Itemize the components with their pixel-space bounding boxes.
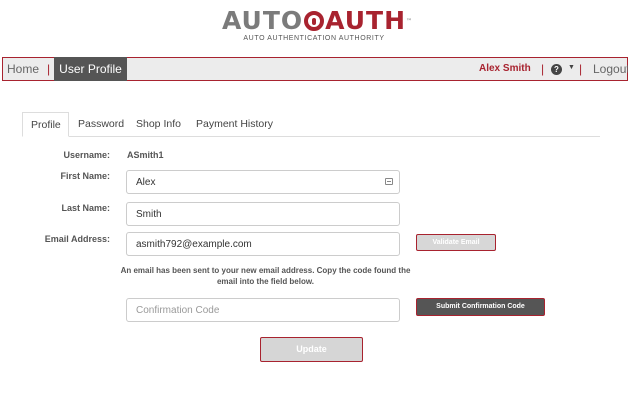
confirmation-code-placeholder: Confirmation Code xyxy=(136,305,220,316)
tab-payment-history[interactable]: Payment History xyxy=(196,112,273,137)
confirmation-code-field[interactable]: Confirmation Code xyxy=(126,298,400,322)
nav-separator: | xyxy=(47,62,51,76)
submit-confirmation-code-button[interactable]: Submit Confirmation Code xyxy=(416,298,545,316)
first-name-label: First Name: xyxy=(60,171,110,181)
nav-home-link[interactable]: Home xyxy=(7,62,39,76)
profile-tabs: Profile Password Shop Info Payment Histo… xyxy=(22,112,600,137)
first-name-field[interactable]: Alex xyxy=(126,170,400,194)
current-user-name[interactable]: Alex Smith xyxy=(479,63,531,74)
logout-link[interactable]: Logout xyxy=(593,62,628,76)
logo-tagline: AUTO AUTHENTICATION AUTHORITY xyxy=(243,35,385,42)
logo-part-auth: AUTH xyxy=(325,6,407,35)
username-label: Username: xyxy=(63,150,110,160)
email-field[interactable]: asmith792@example.com xyxy=(126,232,400,256)
last-name-value: Smith xyxy=(136,209,162,220)
last-name-field[interactable]: Smith xyxy=(126,202,400,226)
trademark-mark: ™ xyxy=(406,18,414,25)
nav-user-profile-link[interactable]: User Profile xyxy=(54,57,127,81)
username-value: ASmith1 xyxy=(127,150,164,160)
validate-email-button[interactable]: Validate Email xyxy=(416,234,496,251)
nav-separator: | xyxy=(579,62,583,76)
email-label: Email Address: xyxy=(44,234,110,244)
update-button[interactable]: Update xyxy=(260,337,363,362)
first-name-value: Alex xyxy=(136,177,156,188)
tab-profile[interactable]: Profile xyxy=(22,112,69,137)
contact-card-icon[interactable] xyxy=(385,178,393,185)
logo-wordmark: AUTO AUTH ™ xyxy=(221,6,412,35)
brand-logo: AUTO AUTH ™ AUTO AUTHENTICATION AUTHORITY xyxy=(0,8,628,43)
tab-password[interactable]: Password xyxy=(78,112,124,137)
nav-separator: | xyxy=(541,62,545,76)
email-value: asmith792@example.com xyxy=(136,239,252,250)
chevron-down-icon[interactable]: ▼ xyxy=(568,64,575,71)
help-icon[interactable]: ? xyxy=(551,64,562,75)
top-nav-bar: Home | User Profile Alex Smith | ? ▼ | L… xyxy=(2,57,628,81)
email-sent-notice: An email has been sent to your new email… xyxy=(120,266,411,286)
logo-part-auto: AUTO xyxy=(221,6,304,35)
last-name-label: Last Name: xyxy=(61,203,110,213)
lock-icon xyxy=(304,11,325,31)
tab-shop-info[interactable]: Shop Info xyxy=(136,112,181,137)
